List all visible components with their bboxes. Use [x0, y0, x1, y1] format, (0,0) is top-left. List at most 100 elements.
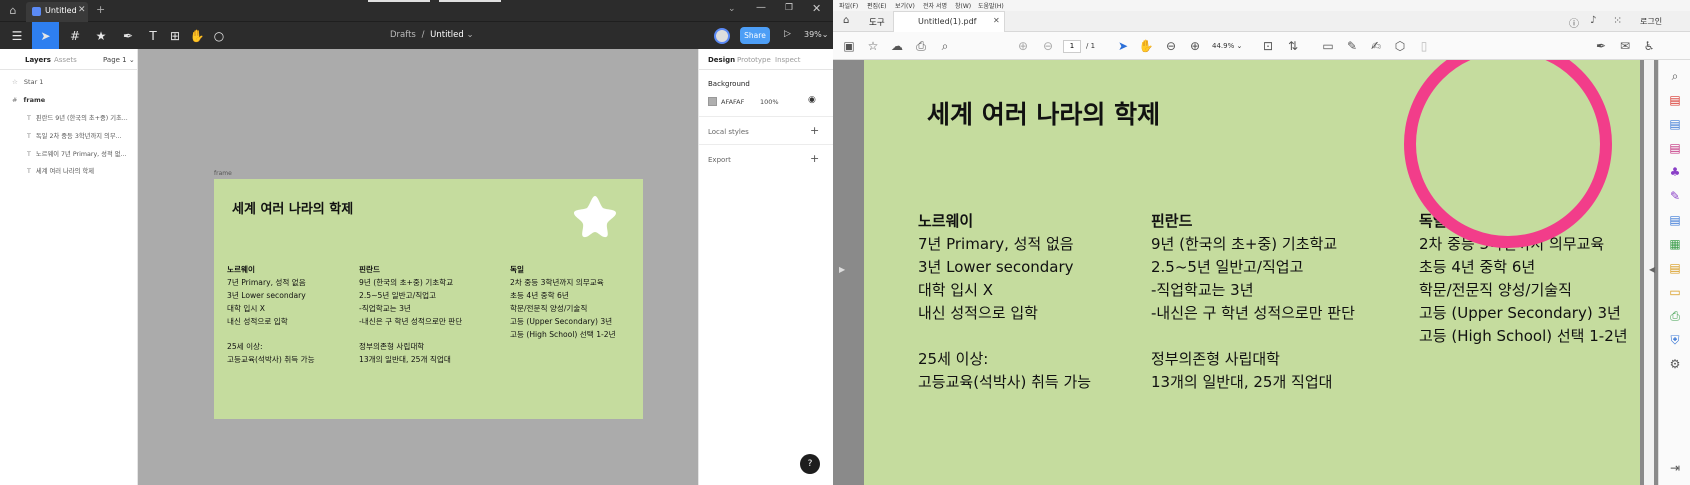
export-pdf-icon[interactable]: ▤ — [1667, 116, 1683, 132]
comment-tool-icon[interactable]: ▭ — [1667, 284, 1683, 300]
document-view[interactable]: ▶ 세계 여러 나라의 학제 노르웨이 7년 Primary, 성적 없음 3년… — [833, 60, 1658, 485]
shape-tool-icon[interactable]: ★ — [90, 25, 112, 47]
email-icon[interactable]: ✉ — [1617, 38, 1633, 54]
edit-pdf-icon[interactable]: ▤ — [1667, 140, 1683, 156]
star-shape[interactable] — [572, 193, 618, 239]
apps-grid-icon[interactable]: ⁙ — [1613, 14, 1622, 27]
request-sign-icon[interactable]: ▤ — [1667, 212, 1683, 228]
upload-cloud-icon[interactable]: ☁ — [889, 38, 905, 54]
slide-frame[interactable]: 세계 여러 나라의 학제 노르웨이 7년 Primary, 성적 없음 3년 L… — [214, 179, 643, 419]
login-link[interactable]: 로그인 — [1640, 16, 1662, 27]
tab-assets[interactable]: Assets — [54, 56, 77, 64]
delete-icon[interactable]: ▯ — [1416, 38, 1432, 54]
pen-tool-icon[interactable]: ✒ — [117, 25, 139, 47]
organize-icon[interactable]: ♣ — [1667, 164, 1683, 180]
bg-hex-field[interactable]: AFAFAF — [721, 98, 744, 106]
stamp-icon[interactable]: ⬡ — [1392, 38, 1408, 54]
zoom-in-icon[interactable]: ⊕ — [1187, 38, 1203, 54]
help-icon[interactable]: ⓘ — [1569, 15, 1579, 30]
help-button[interactable]: ? — [800, 454, 820, 474]
excel-export-icon[interactable]: ▦ — [1667, 236, 1683, 252]
menu-help[interactable]: 도움말(H) — [978, 1, 1004, 10]
tab-document[interactable]: Untitled(1).pdf ✕ — [893, 11, 1005, 32]
avatar[interactable] — [714, 28, 730, 44]
restore-icon[interactable]: ❐ — [785, 3, 793, 13]
home-icon[interactable]: ⌂ — [843, 15, 849, 26]
breadcrumb-drafts[interactable]: Drafts — [390, 30, 416, 40]
comment-icon[interactable]: ○ — [208, 25, 230, 47]
pdf-page[interactable]: 세계 여러 나라의 학제 노르웨이 7년 Primary, 성적 없음 3년 L… — [864, 60, 1640, 485]
frame-name-label[interactable]: frame — [214, 170, 232, 177]
chevron-down-icon[interactable]: ⌄ — [466, 30, 473, 40]
comment-icon[interactable]: ▭ — [1320, 38, 1336, 54]
figma-canvas[interactable]: frame 세계 여러 나라의 학제 노르웨이 7년 Primary, 성적 없… — [138, 49, 698, 485]
move-tool-icon[interactable]: ➤ — [32, 22, 59, 49]
present-icon[interactable]: ▷ — [784, 29, 791, 39]
compress-icon[interactable]: ▤ — [1667, 260, 1683, 276]
bookmark-star-icon[interactable]: ☆ — [865, 38, 881, 54]
more-tools-icon[interactable]: ⚙ — [1667, 356, 1683, 372]
layer-text-title[interactable]: T 세계 여러 나라의 학제 — [27, 166, 133, 175]
scroll-mode-icon[interactable]: ⇅ — [1285, 38, 1301, 54]
bg-opacity-field[interactable]: 100% — [760, 98, 779, 106]
tab-design[interactable]: Design — [708, 56, 735, 64]
layer-frame[interactable]: # frame — [12, 96, 132, 104]
menu-file[interactable]: 파일(F) — [839, 1, 858, 10]
search-icon[interactable]: ⌕ — [937, 38, 953, 54]
home-icon[interactable]: ⌂ — [6, 4, 20, 18]
protect-icon[interactable]: ⛨ — [1667, 332, 1683, 348]
layer-text-norway[interactable]: T 노르웨이 7년 Primary, 성적 없... — [27, 149, 133, 158]
menu-window[interactable]: 창(W) — [955, 1, 971, 10]
text-tool-icon[interactable]: T — [142, 25, 164, 47]
save-icon[interactable]: ▣ — [841, 38, 857, 54]
page-selector[interactable]: Page 1 ⌄ — [103, 56, 135, 64]
tab-tools[interactable]: 도구 — [869, 16, 885, 28]
page-down-icon[interactable]: ⊖ — [1040, 38, 1056, 54]
hand-tool-icon[interactable]: ✋ — [186, 25, 208, 47]
zoom-field[interactable]: 44.9% ⌄ — [1212, 42, 1242, 50]
layer-text-finland[interactable]: T 핀란드 9년 (한국의 초+중) 기초... — [27, 113, 133, 122]
zoom-out-icon[interactable]: ⊖ — [1163, 38, 1179, 54]
tab-inspect[interactable]: Inspect — [775, 56, 801, 64]
add-style-icon[interactable]: + — [810, 124, 819, 137]
chevron-down-icon[interactable]: ⌄ — [728, 4, 736, 14]
breadcrumb-file[interactable]: Untitled — [430, 30, 464, 40]
menu-view[interactable]: 보기(V) — [895, 1, 915, 10]
close-tab-icon[interactable]: ✕ — [78, 5, 86, 15]
fill-sign-icon[interactable]: ✎ — [1667, 188, 1683, 204]
print-icon[interactable]: ⎙ — [913, 38, 929, 54]
close-tab-icon[interactable]: ✕ — [993, 16, 1000, 25]
eye-icon[interactable]: ◉ — [808, 95, 816, 105]
select-arrow-icon[interactable]: ➤ — [1115, 38, 1131, 54]
layer-star[interactable]: ☆ Star 1 — [12, 78, 132, 86]
minimize-icon[interactable]: — — [756, 2, 766, 13]
add-export-icon[interactable]: + — [810, 152, 819, 165]
bell-icon[interactable]: ♪ — [1590, 15, 1596, 26]
fill-sign-icon[interactable]: ✒ — [1593, 38, 1609, 54]
page-up-icon[interactable]: ⊕ — [1015, 38, 1031, 54]
tab-layers[interactable]: Layers — [25, 56, 51, 64]
menu-esign[interactable]: 전자 서명 — [923, 1, 947, 10]
layer-text-germany[interactable]: T 독일 2차 중등 3학년까지 의무... — [27, 131, 133, 140]
file-tab[interactable]: Untitled ✕ — [26, 2, 88, 22]
collapse-left-icon[interactable]: ▶ — [839, 265, 845, 274]
bg-color-swatch[interactable] — [708, 97, 717, 106]
share-button[interactable]: Share — [740, 27, 770, 44]
zoom-dropdown[interactable]: 39%⌄ — [804, 30, 828, 39]
collapse-right-icon[interactable]: ◀ — [1649, 265, 1655, 274]
print-production-icon[interactable]: ⎙ — [1667, 308, 1683, 324]
close-window-icon[interactable]: ✕ — [812, 2, 821, 15]
highlight-pen-icon[interactable]: ✎ — [1344, 38, 1360, 54]
resources-icon[interactable]: ⊞ — [164, 25, 186, 47]
sign-icon[interactable]: ✍ — [1368, 38, 1384, 54]
zoom-search-icon[interactable]: ⌕ — [1667, 68, 1683, 84]
fit-page-icon[interactable]: ⊡ — [1260, 38, 1276, 54]
page-number-field[interactable]: 1 — [1063, 40, 1081, 53]
create-pdf-icon[interactable]: ▤ — [1667, 92, 1683, 108]
tab-prototype[interactable]: Prototype — [737, 56, 771, 64]
accessibility-icon[interactable]: ♿ — [1641, 38, 1657, 54]
frame-tool-icon[interactable]: # — [64, 25, 86, 47]
menu-edit[interactable]: 편집(E) — [867, 1, 887, 10]
new-tab-icon[interactable]: + — [96, 3, 105, 16]
collapse-panel-icon[interactable]: ⇥ — [1667, 460, 1683, 476]
